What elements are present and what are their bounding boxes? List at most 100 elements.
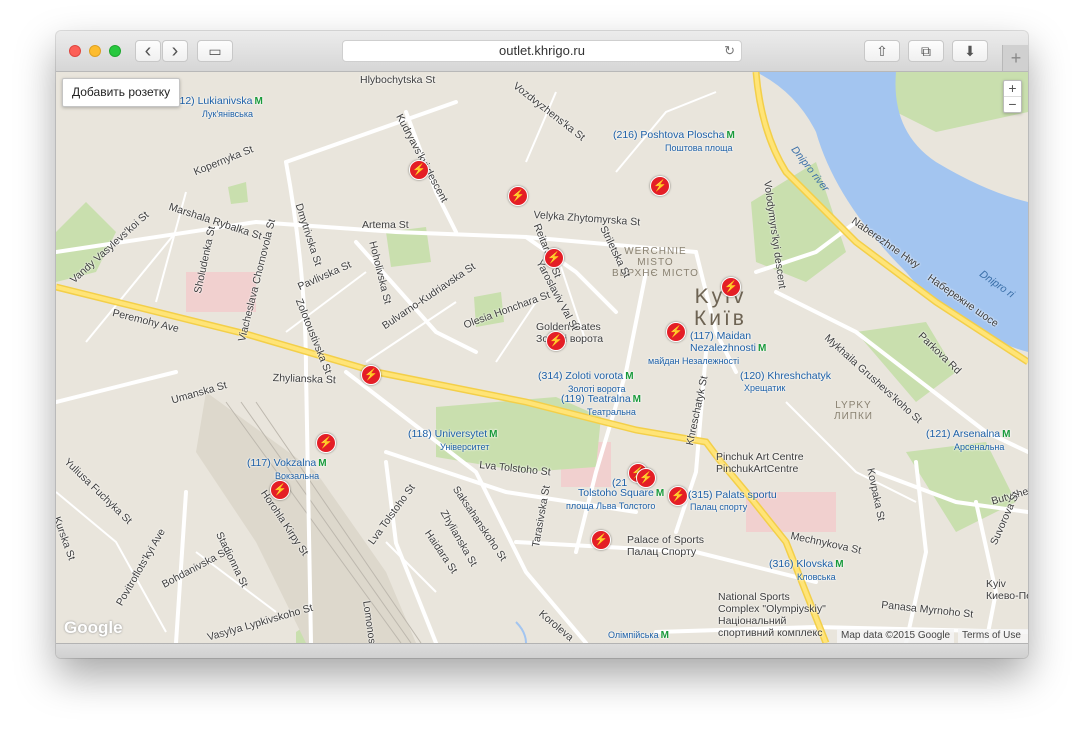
map-data-attribution: Map data ©2015 Google — [837, 629, 955, 643]
sidebar-button[interactable]: ▭ — [197, 40, 233, 62]
tabs-icon: ⧉ — [921, 42, 931, 59]
outlet-pin[interactable]: ⚡ — [316, 433, 336, 453]
metro-arsenalna: (121) Arsenalna M Арсенальна — [926, 428, 1010, 453]
metro-name: (216) Poshtova Ploscha — [613, 129, 725, 141]
metro-icon: M — [1002, 429, 1011, 440]
url-text: outlet.khrigo.ru — [499, 43, 585, 58]
place-name: Kyiv — [986, 578, 1006, 590]
download-icon: ⬇ — [964, 42, 976, 59]
place-sub: Палац Спорту — [627, 546, 697, 558]
downloads-button[interactable]: ⬇ — [952, 40, 988, 62]
place-palace-of-sports: Palace of Sports Палац Спорту — [627, 534, 704, 558]
metro-name: (120) Khreshchatyk — [740, 370, 832, 382]
metro-name-2: Nezalezhnosti — [690, 342, 756, 354]
reload-icon[interactable]: ↻ — [724, 41, 735, 61]
metro-name: Олімпійська — [608, 630, 659, 640]
zoom-out-button[interactable]: − — [1004, 97, 1021, 112]
metro-sub: Хрещатик — [744, 383, 786, 393]
place-name-2: Complex "Olympiyskiy" — [718, 603, 826, 615]
street-label: Hlybochytska St — [360, 74, 436, 86]
place-pinchuk: Pinchuk Art Centre PinchukArtCentre — [716, 451, 804, 475]
map-canvas[interactable]: WERCHNIE MISTO ВЕРХНЄ МІСТО LYPKY ЛИПКИ … — [56, 72, 1028, 643]
metro-sub: Лук'янівська — [202, 109, 254, 119]
outlet-pin[interactable]: ⚡ — [544, 248, 564, 268]
outlet-pin[interactable]: ⚡ — [508, 186, 528, 206]
metro-name: (316) Klovska — [769, 558, 834, 570]
outlet-pin[interactable]: ⚡ — [668, 486, 688, 506]
outlet-pin[interactable]: ⚡ — [546, 331, 566, 351]
metro-name: Tolstoho Square — [578, 487, 654, 499]
metro-icon: M — [660, 630, 669, 641]
metro-icon: M — [632, 394, 641, 405]
metro-name: (12) Lukianivska — [176, 95, 253, 107]
metro-palats-sportu: (315) Palats sportu Палац спорту — [688, 489, 777, 513]
metro-icon: M — [254, 96, 263, 107]
back-button[interactable]: ‹ — [135, 40, 161, 62]
metro-maidan: (117) Maidan Nezalezhnosti Mмайдан Незалеж… — [648, 330, 767, 367]
metro-sub: площа Льва Толстого — [566, 501, 656, 511]
metro-name: (117) Vokzalna — [247, 457, 317, 469]
address-bar[interactable]: outlet.khrigo.ru ↻ — [342, 40, 742, 62]
outlet-pin[interactable]: ⚡ — [721, 277, 741, 297]
forward-button[interactable]: › — [162, 40, 188, 62]
metro-name: (314) Zoloti vorota — [538, 370, 624, 382]
metro-sub: Палац спорту — [690, 502, 748, 512]
outlet-pin[interactable]: ⚡ — [666, 322, 686, 342]
metro-name: (315) Palats sportu — [688, 489, 777, 501]
district-label-lypky: LYPKY ЛИПКИ — [834, 400, 873, 422]
metro-olimpiiska: Олімпійська M — [608, 629, 669, 642]
district-name: WERCHNIE — [624, 246, 687, 257]
metro-sub: Університет — [440, 442, 490, 452]
new-tab-button[interactable]: + — [1002, 45, 1028, 71]
district-name-local: ЛИПКИ — [834, 411, 873, 422]
zoom-control: + − — [1003, 80, 1022, 113]
metro-icon: M — [625, 371, 634, 382]
window-bottom-bar — [56, 643, 1028, 658]
close-window-button[interactable] — [69, 45, 81, 57]
outlet-pin[interactable]: ⚡ — [650, 176, 670, 196]
metro-icon: M — [835, 559, 844, 570]
metro-sub: майдан Незалежності — [648, 356, 740, 366]
metro-name: (118) Universytet — [408, 428, 488, 440]
minimize-window-button[interactable] — [89, 45, 101, 57]
metro-name: (119) Teatralna — [561, 393, 631, 405]
metro-sub: Арсенальна — [954, 442, 1005, 452]
place-sub: Киево-Пе — [986, 590, 1028, 602]
metro-zoloti-vorota: (314) Zoloti vorota M Золоті ворота — [538, 370, 634, 395]
metro-khreshchatyk: (120) Khreshchatyk Хрещатик — [740, 370, 831, 394]
outlet-pin[interactable]: ⚡ — [270, 480, 290, 500]
outlet-pin[interactable]: ⚡ — [409, 160, 429, 180]
metro-sub: Кловська — [797, 572, 836, 582]
google-logo: Google — [64, 618, 123, 637]
metro-klovska: (316) Klovska M Кловська — [769, 558, 844, 583]
zoom-in-button[interactable]: + — [1004, 81, 1021, 97]
metro-sub: Вокзальна — [275, 471, 320, 481]
metro-poshtova: (216) Poshtova Ploscha M Поштова площа — [613, 129, 735, 154]
outlet-pin[interactable]: ⚡ — [361, 365, 381, 385]
place-name: National Sports — [718, 591, 790, 603]
terms-of-use-link[interactable]: Terms of Use — [958, 629, 1028, 643]
show-tabs-button[interactable]: ⧉ — [908, 40, 944, 62]
metro-lukianivska: (12) Lukianivska M Лук'янівська — [176, 95, 263, 120]
outlet-pin[interactable]: ⚡ — [591, 530, 611, 550]
outlet-pin[interactable]: ⚡ — [636, 468, 656, 488]
share-button[interactable]: ⇧ — [864, 40, 900, 62]
metro-icon: M — [318, 458, 327, 469]
metro-teatralna: (119) Teatralna M Театральна — [561, 393, 641, 418]
place-name: Pinchuk Art Centre — [716, 451, 804, 463]
add-outlet-button[interactable]: Добавить розетку — [62, 78, 181, 107]
metro-icon: M — [757, 343, 767, 354]
place-name: Palace of Sports — [627, 534, 705, 546]
metro-sub: Поштова площа — [665, 143, 733, 153]
metro-sub: Театральна — [587, 407, 636, 417]
place-sub: PinchukArtCentre — [716, 463, 799, 475]
city-name-local: Київ — [694, 307, 747, 330]
metro-icon: M — [489, 429, 498, 440]
place-name-4: спортивний комплекс — [718, 627, 823, 639]
browser-toolbar: ‹ › ▭ outlet.khrigo.ru ↻ ⇧ ⧉ ⬇ — [56, 31, 1028, 72]
street-label: Zhylianska St — [272, 372, 336, 387]
plus-icon: + — [1010, 48, 1022, 68]
metro-icon: M — [655, 488, 665, 499]
zoom-window-button[interactable] — [109, 45, 121, 57]
forward-icon: › — [171, 39, 179, 62]
